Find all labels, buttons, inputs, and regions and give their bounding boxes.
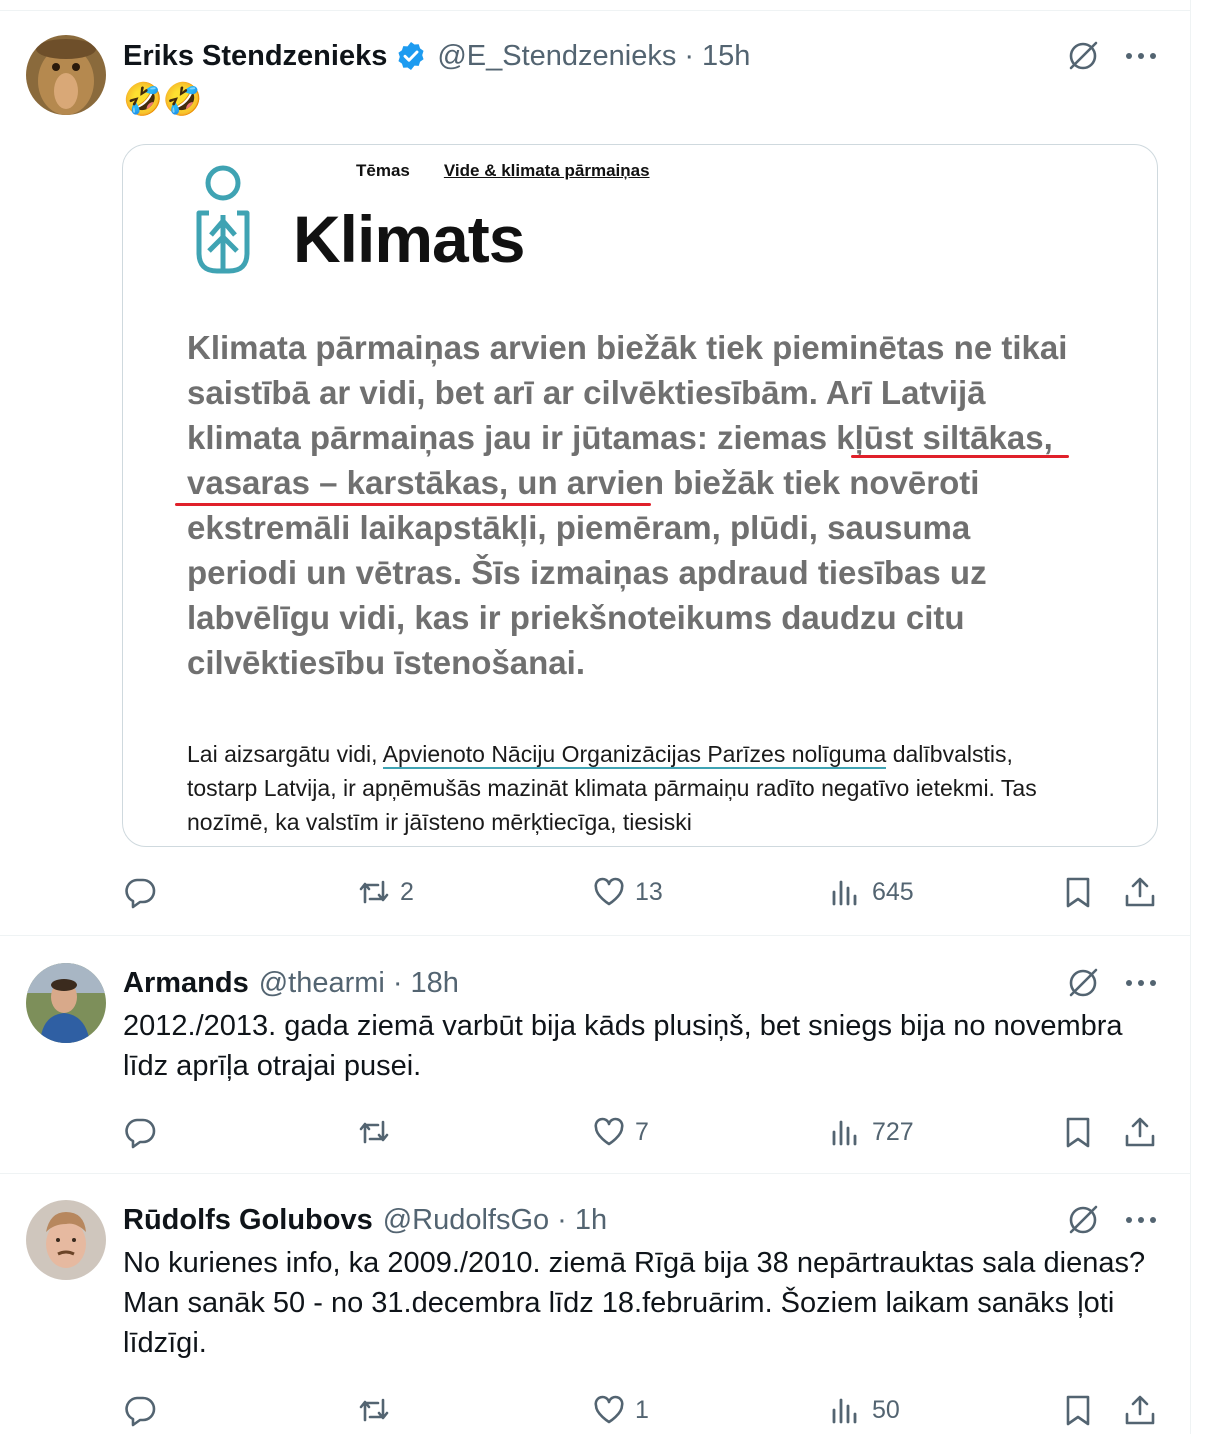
breadcrumb-climate: Vide & klimata pārmaiņas — [443, 161, 650, 180]
para-text: Lai aizsargātu vidi, — [187, 741, 383, 767]
retweet-count: 2 — [400, 877, 414, 906]
bookmark-icon — [1066, 1117, 1090, 1148]
like-icon — [594, 1117, 624, 1146]
reply-icon — [125, 1118, 156, 1149]
tweet-armands[interactable]: Armands @thearmi · 18h 2012./2013. gada … — [0, 937, 1191, 1174]
separator: · — [684, 39, 695, 72]
views-icon — [832, 1398, 857, 1424]
paris-agreement-link: Apvienoto Nāciju Organizācijas Parīzes n… — [382, 741, 887, 769]
red-underline — [175, 503, 651, 506]
reply-button[interactable] — [122, 867, 166, 917]
tweet-image[interactable]: Tēmas Vide & klimata pārmaiņas Klimats K… — [122, 144, 1158, 847]
like-button[interactable]: 7 — [591, 1107, 649, 1157]
retweet-icon — [359, 880, 389, 904]
views-count: 645 — [872, 877, 914, 906]
breadcrumb-topics: Tēmas — [356, 161, 410, 180]
timestamp[interactable]: 15h — [702, 40, 750, 73]
more-icon[interactable] — [1121, 963, 1161, 1003]
tweet-header: Eriks Stendzenieks @E_Stendzenieks · 15h — [123, 36, 750, 76]
author-name[interactable]: Eriks Stendzenieks — [123, 40, 387, 73]
more-icon[interactable] — [1121, 36, 1161, 76]
bookmark-button[interactable] — [1060, 1107, 1096, 1157]
reply-button[interactable] — [122, 1107, 166, 1157]
views-count: 50 — [872, 1395, 900, 1424]
timeline: Eriks Stendzenieks @E_Stendzenieks · 15h… — [0, 0, 1191, 1434]
retweet-button[interactable] — [356, 1385, 400, 1434]
card-paragraph: Lai aizsargātu vidi, Apvienoto Nāciju Or… — [187, 737, 1087, 839]
retweet-button[interactable]: 2 — [356, 867, 414, 917]
tweet-text: 🤣🤣 — [123, 81, 203, 117]
views-icon — [832, 1120, 857, 1146]
grok-icon[interactable] — [1063, 963, 1103, 1003]
like-count: 7 — [635, 1117, 649, 1146]
share-icon — [1125, 877, 1155, 907]
avatar[interactable] — [26, 35, 106, 115]
views-button[interactable]: 727 — [828, 1107, 914, 1157]
tweet-header: Armands @thearmi · 18h — [123, 963, 459, 1003]
timestamp[interactable]: 18h — [411, 967, 459, 1000]
retweet-button[interactable] — [356, 1107, 400, 1157]
like-icon — [594, 1395, 624, 1424]
bookmark-button[interactable] — [1060, 1385, 1096, 1434]
like-count: 1 — [635, 1395, 649, 1424]
action-bar: 1 50 — [0, 1385, 1191, 1434]
like-button[interactable]: 13 — [591, 867, 663, 917]
climate-logo-icon — [185, 163, 261, 277]
views-count: 727 — [872, 1117, 914, 1146]
breadcrumb: Tēmas Vide & klimata pārmaiņas — [356, 161, 650, 181]
author-name[interactable]: Armands — [123, 967, 249, 1000]
author-handle[interactable]: @thearmi — [259, 967, 385, 1000]
like-button[interactable]: 1 — [591, 1385, 649, 1434]
action-bar: 7 727 — [0, 1107, 1191, 1157]
share-icon — [1125, 1395, 1155, 1425]
author-handle[interactable]: @E_Stendzenieks — [437, 40, 676, 73]
timestamp[interactable]: 1h — [575, 1204, 607, 1237]
grok-icon[interactable] — [1063, 1200, 1103, 1240]
share-icon — [1125, 1117, 1155, 1147]
share-button[interactable] — [1122, 867, 1158, 917]
bookmark-button[interactable] — [1060, 867, 1096, 917]
reply-icon — [125, 878, 156, 909]
tweet-header: Rūdolfs Golubovs @RudolfsGo · 1h — [123, 1200, 607, 1240]
tweet-rudolfs[interactable]: Rūdolfs Golubovs @RudolfsGo · 1h No kuri… — [0, 1175, 1191, 1434]
like-count: 13 — [635, 877, 663, 906]
verified-badge-icon — [395, 40, 427, 72]
views-button[interactable]: 645 — [828, 867, 914, 917]
card-title: Klimats — [293, 202, 525, 276]
avatar[interactable] — [26, 963, 106, 1043]
separator: · — [392, 966, 403, 999]
bookmark-icon — [1066, 877, 1090, 908]
tweet-text: No kurienes info, ka 2009./2010. ziemā R… — [123, 1247, 1146, 1359]
separator: · — [557, 1203, 567, 1236]
tweet-eriks[interactable]: Eriks Stendzenieks @E_Stendzenieks · 15h… — [0, 11, 1191, 936]
author-handle[interactable]: @RudolfsGo — [383, 1204, 549, 1237]
action-bar: 2 13 645 — [0, 867, 1191, 917]
retweet-icon — [359, 1120, 389, 1144]
views-icon — [832, 880, 857, 906]
more-icon[interactable] — [1121, 1200, 1161, 1240]
reply-icon — [125, 1396, 156, 1427]
views-button[interactable]: 50 — [828, 1385, 900, 1434]
reply-button[interactable] — [122, 1385, 166, 1434]
avatar[interactable] — [26, 1200, 106, 1280]
bookmark-icon — [1066, 1395, 1090, 1426]
share-button[interactable] — [1122, 1385, 1158, 1434]
red-underline — [851, 455, 1069, 458]
author-name[interactable]: Rūdolfs Golubovs — [123, 1204, 373, 1237]
tweet-text: 2012./2013. gada ziemā varbūt bija kāds … — [123, 1010, 1123, 1082]
share-button[interactable] — [1122, 1107, 1158, 1157]
like-icon — [594, 877, 624, 906]
retweet-icon — [359, 1398, 389, 1422]
grok-icon[interactable] — [1063, 36, 1103, 76]
